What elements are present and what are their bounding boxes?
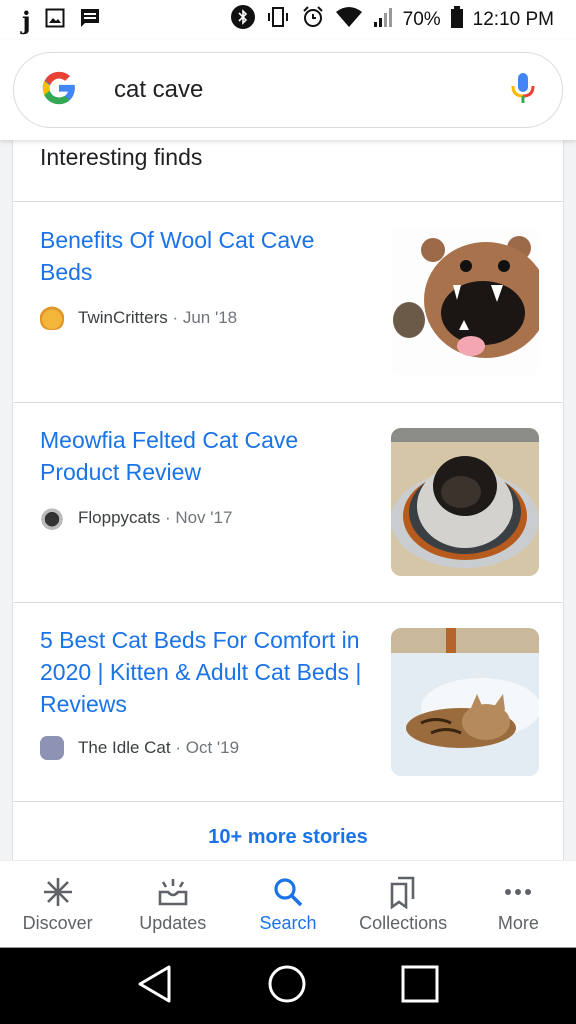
vibrate-icon — [265, 6, 291, 34]
asterisk-icon — [42, 875, 74, 909]
search-input[interactable]: cat cave — [114, 76, 510, 104]
story-item[interactable]: 5 Best Cat Beds For Comfort in 2020 | Ki… — [13, 602, 563, 802]
story-date: · Jun '18 — [172, 308, 238, 327]
story-thumbnail[interactable] — [391, 428, 539, 576]
j-app-icon: j — [22, 5, 31, 35]
story-meta: The Idle Cat · Oct '19 — [40, 736, 239, 760]
story-title[interactable]: Benefits Of Wool Cat Cave Beds — [40, 224, 370, 288]
nav-label: Discover — [22, 912, 93, 933]
story-item[interactable]: Meowfia Felted Cat Cave Product Review F… — [13, 402, 563, 602]
story-date: · Oct '19 — [175, 738, 240, 757]
nav-label: More — [497, 912, 539, 933]
divider — [13, 801, 563, 802]
story-date: · Nov '17 — [164, 508, 233, 527]
floppycats-favicon-icon — [40, 506, 64, 530]
section-title: Interesting finds — [40, 144, 203, 170]
bottom-nav: Discover Updates Search Collections More — [0, 860, 576, 948]
story-meta: Floppycats · Nov '17 — [40, 506, 232, 530]
message-icon — [79, 7, 101, 34]
nav-discover[interactable]: Discover — [3, 875, 113, 934]
search-box[interactable]: cat cave — [13, 52, 563, 128]
nav-collections[interactable]: Collections — [348, 875, 458, 934]
story-meta: TwinCritters · Jun '18 — [40, 306, 237, 330]
nav-search[interactable]: Search — [233, 875, 343, 934]
mic-icon[interactable] — [510, 71, 536, 110]
battery-icon — [450, 6, 463, 34]
more-dots-icon — [502, 875, 534, 909]
bookmark-icon — [387, 875, 419, 909]
nav-more[interactable]: More — [463, 875, 573, 934]
nav-label: Updates — [139, 912, 207, 933]
recents-icon[interactable] — [401, 965, 439, 1008]
updates-tray-icon — [157, 875, 189, 909]
system-nav-bar — [0, 948, 576, 1024]
status-bar: j 70% 12:10 PM — [0, 0, 576, 40]
story-source: The Idle Cat — [78, 738, 171, 757]
search-icon — [272, 875, 304, 909]
story-item[interactable]: Benefits Of Wool Cat Cave Beds TwinCritt… — [13, 202, 563, 402]
twincritters-favicon-icon — [40, 306, 64, 330]
clock: 12:10 PM — [472, 9, 554, 30]
bluetooth-icon — [230, 5, 255, 35]
wifi-icon — [335, 6, 363, 34]
nav-updates[interactable]: Updates — [118, 875, 228, 934]
more-stories-link[interactable]: 10+ more stories — [13, 826, 563, 849]
home-icon[interactable] — [267, 964, 307, 1009]
signal-icon — [373, 6, 393, 34]
back-icon[interactable] — [137, 964, 173, 1009]
search-header: cat cave — [0, 40, 576, 140]
story-source: TwinCritters — [78, 308, 168, 327]
alarm-icon — [301, 5, 325, 35]
nav-label: Collections — [359, 912, 448, 933]
story-title[interactable]: Meowfia Felted Cat Cave Product Review — [40, 424, 370, 488]
nav-label: Search — [259, 912, 317, 933]
story-source: Floppycats — [78, 508, 161, 527]
idle-cat-favicon-icon — [40, 736, 64, 760]
story-title[interactable]: 5 Best Cat Beds For Comfort in 2020 | Ki… — [40, 624, 370, 720]
story-thumbnail[interactable] — [391, 228, 539, 376]
story-thumbnail[interactable] — [391, 628, 539, 776]
image-icon — [45, 8, 65, 33]
interesting-finds-card: Interesting finds Benefits Of Wool Cat C… — [12, 140, 564, 860]
google-logo-icon[interactable] — [40, 69, 78, 112]
battery-percent: 70% — [402, 9, 441, 30]
